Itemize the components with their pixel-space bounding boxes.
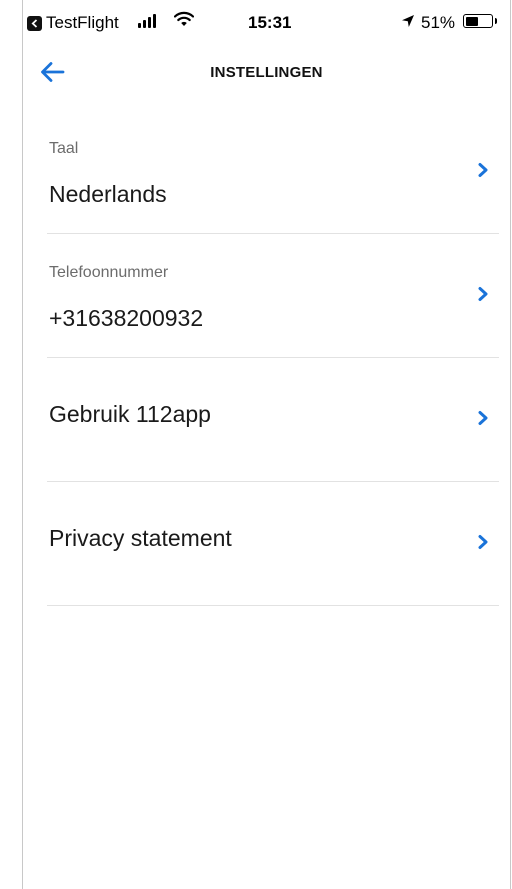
chevron-right-icon bbox=[478, 287, 488, 301]
settings-row-value: Gebruik 112app bbox=[49, 401, 211, 427]
settings-row-use-112app[interactable]: Gebruik 112app bbox=[47, 358, 499, 482]
battery-nub bbox=[494, 18, 497, 24]
page-title: INSTELLINGEN bbox=[210, 64, 323, 81]
status-time: 15:31 bbox=[248, 13, 292, 32]
settings-row-label: Taal bbox=[49, 140, 79, 157]
settings-row-value: +31638200932 bbox=[49, 305, 204, 331]
battery-icon bbox=[463, 14, 497, 28]
settings-row-privacy-statement[interactable]: Privacy statement bbox=[47, 482, 499, 606]
chevron-right-icon bbox=[478, 535, 488, 549]
back-app-icon bbox=[27, 15, 42, 31]
settings-row-value: Nederlands bbox=[49, 181, 167, 207]
settings-row-phone-number[interactable]: Telefoonnummer +31638200932 bbox=[47, 234, 499, 358]
status-bar: TestFlight 15:31 51% bbox=[23, 0, 510, 44]
chevron-right-icon bbox=[478, 411, 488, 425]
settings-row-language[interactable]: Taal Nederlands bbox=[47, 110, 499, 234]
app-screen: TestFlight 15:31 51% INSTELLINGEN Taal N… bbox=[22, 0, 511, 889]
battery-fill bbox=[465, 16, 479, 26]
wifi-icon bbox=[173, 11, 195, 32]
back-app-label: TestFlight bbox=[46, 13, 119, 32]
chevron-right-icon bbox=[478, 163, 488, 177]
settings-row-value: Privacy statement bbox=[49, 525, 232, 551]
settings-list: Taal Nederlands Telefoonnummer +31638200… bbox=[47, 110, 499, 606]
settings-row-label: Telefoonnummer bbox=[49, 264, 169, 281]
location-arrow-icon bbox=[401, 13, 415, 33]
battery-percent: 51% bbox=[421, 13, 456, 32]
signal-icon bbox=[138, 14, 156, 28]
back-to-app-link[interactable]: TestFlight bbox=[27, 13, 119, 33]
navigation-bar: INSTELLINGEN bbox=[23, 50, 510, 94]
